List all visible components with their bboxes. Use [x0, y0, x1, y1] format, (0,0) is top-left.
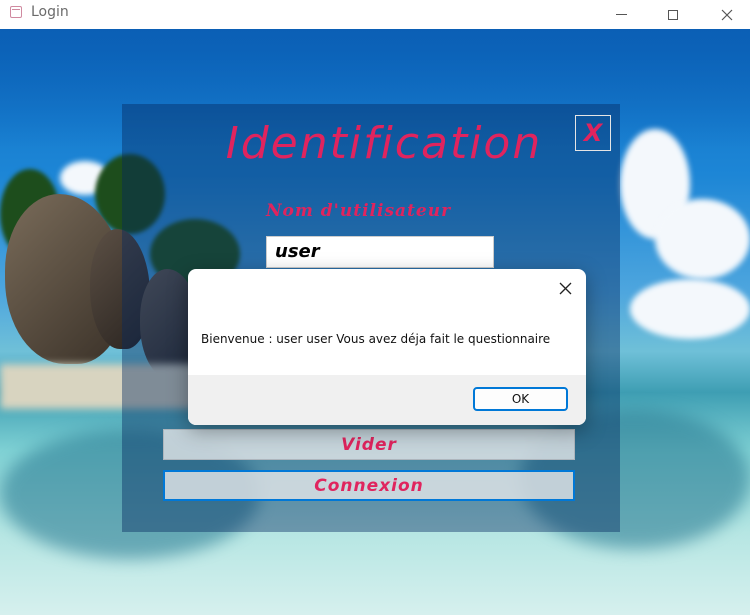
dialog-footer: OK: [188, 375, 586, 425]
minimize-button[interactable]: [598, 0, 644, 29]
username-label: Nom d'utilisateur: [266, 201, 452, 221]
dialog-message: Bienvenue : user user Vous avez déja fai…: [201, 332, 551, 346]
minimize-icon: [615, 14, 627, 15]
maximize-icon: [668, 9, 678, 20]
close-icon: [559, 282, 571, 294]
panel-close-button[interactable]: X: [575, 115, 611, 151]
window-title-bar: Login: [0, 0, 750, 29]
clear-button[interactable]: Vider: [163, 429, 575, 460]
window-close-button[interactable]: [704, 0, 750, 29]
message-dialog: Bienvenue : user user Vous avez déja fai…: [188, 269, 586, 425]
dialog-close-button[interactable]: [550, 273, 580, 303]
username-input[interactable]: user: [266, 236, 494, 268]
ok-button[interactable]: OK: [473, 387, 568, 411]
app-icon: [10, 6, 22, 18]
maximize-button[interactable]: [650, 0, 696, 29]
close-icon: [721, 9, 733, 20]
window-title: Login: [31, 4, 69, 20]
connect-button[interactable]: Connexion: [163, 470, 575, 501]
page-title: Identification: [225, 118, 543, 169]
